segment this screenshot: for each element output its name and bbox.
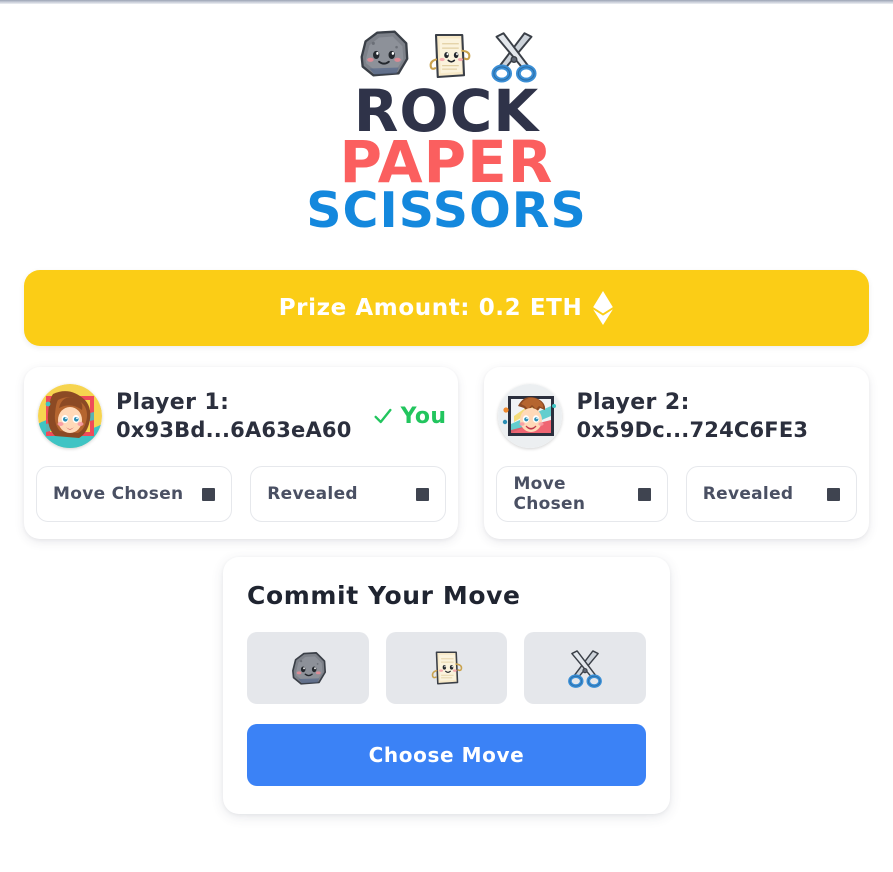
player-1-identity: Player 1: 0x93Bd...6A63eA60 [116,389,352,442]
player-card-1: Player 1: 0x93Bd...6A63eA60 You Move Cho… [24,367,459,540]
dark-square-glyph [637,487,651,501]
dark-square-glyph [202,487,216,501]
dark-square-glyph [827,487,841,501]
move-option-paper[interactable] [385,632,508,705]
status-label: Revealed [702,484,794,505]
player-card-2: Player 2: 0x59Dc...724C6FE3 Move Chosen … [484,367,869,540]
avatar [38,384,102,448]
rock-emoji [286,646,330,690]
paper-emoji [426,647,468,689]
player-1-label: Player 1: [116,389,230,415]
title-scissors: SCISSORS [306,182,587,240]
player-1-revealed-status: Revealed [250,466,447,523]
player-2-move-chosen-status: Move Chosen [496,466,668,523]
browser-top-edge [0,0,893,4]
player-2-status-row: Move Chosen Revealed [496,466,858,523]
paper-emoji [422,28,478,84]
girl-pixel-avatar [38,384,102,448]
avatar [498,384,562,448]
commit-title: Commit Your Move [247,581,521,611]
move-options-grid [247,632,647,705]
hero-emoji-row [352,22,542,84]
choose-move-button[interactable]: Choose Move [247,724,646,787]
title-paper: PAPER [339,127,554,196]
commit-section: Commit Your Move Choose Move [24,557,869,815]
scissors-emoji [486,28,542,84]
you-label: You [400,403,447,429]
player-1-address: 0x93Bd...6A63eA60 [116,417,352,442]
you-badge: You [372,404,447,429]
player-1-status-row: Move Chosen Revealed [36,466,447,523]
prize-banner: Prize Amount: 0.2 ETH [24,270,869,347]
ethereum-diamond-icon [592,291,614,325]
status-label: Revealed [267,484,358,505]
player-2-header: Player 2: 0x59Dc...724C6FE3 [496,384,857,448]
player-2-label: Player 2: [576,389,690,415]
app-root: ROCK PAPER SCISSORS Prize Amount: 0.2 ET… [0,0,893,872]
status-label: Move Chosen [513,474,586,515]
move-option-scissors[interactable] [524,632,647,705]
players-row: Player 1: 0x93Bd...6A63eA60 You Move Cho… [24,367,869,540]
player-2-identity: Player 2: 0x59Dc...724C6FE3 [576,389,809,442]
rock-emoji [352,22,414,84]
player-1-header: Player 1: 0x93Bd...6A63eA60 You [36,384,446,448]
dark-square-glyph [416,487,430,501]
scissors-emoji [564,647,606,689]
prize-amount-label: Prize Amount: 0.2 ETH [278,295,583,322]
player-2-address: 0x59Dc...724C6FE3 [576,417,809,442]
player-1-move-chosen-status: Move Chosen [36,466,233,523]
status-label: Move Chosen [53,484,184,505]
commit-card: Commit Your Move Choose Move [223,557,670,815]
player-2-revealed-status: Revealed [685,466,858,523]
boy-pixel-avatar [498,384,562,448]
page-title: ROCK PAPER SCISSORS [306,82,587,240]
check-icon [372,405,394,427]
hero-header: ROCK PAPER SCISSORS [24,0,869,240]
move-option-rock[interactable] [247,632,369,705]
